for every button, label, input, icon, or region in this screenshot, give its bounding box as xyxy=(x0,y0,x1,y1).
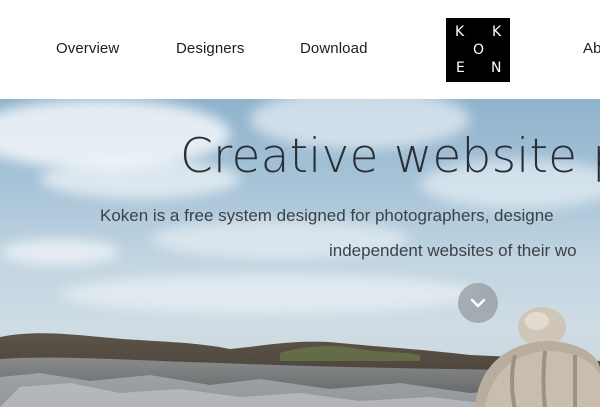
chevron-down-icon xyxy=(470,298,486,308)
nav-overview[interactable]: Overview xyxy=(56,40,119,57)
koken-logo[interactable]: K K O E N xyxy=(446,18,510,82)
logo-letter-o: O xyxy=(473,42,485,58)
nav-about[interactable]: Ab xyxy=(583,40,600,57)
hero-title: Creative website pu xyxy=(180,129,600,184)
nav-download[interactable]: Download xyxy=(300,40,368,57)
logo-letter-e: E xyxy=(456,60,465,76)
site-header: Overview Designers Download K K O E N Ab xyxy=(0,0,600,99)
hero-subtitle-line1: Koken is a free system designed for phot… xyxy=(100,206,554,225)
logo-letter-k1: K xyxy=(455,24,465,40)
page: Overview Designers Download K K O E N Ab xyxy=(0,0,600,407)
scroll-down-button[interactable] xyxy=(458,283,498,323)
hero-section: Creative website pu Koken is a free syst… xyxy=(0,99,600,407)
cloud xyxy=(0,239,120,265)
nav-designers[interactable]: Designers xyxy=(176,40,244,57)
logo-letter-n: N xyxy=(491,60,502,76)
logo-letter-k2: K xyxy=(492,24,502,40)
hero-subtitle-line2: independent websites of their wo xyxy=(329,241,577,260)
